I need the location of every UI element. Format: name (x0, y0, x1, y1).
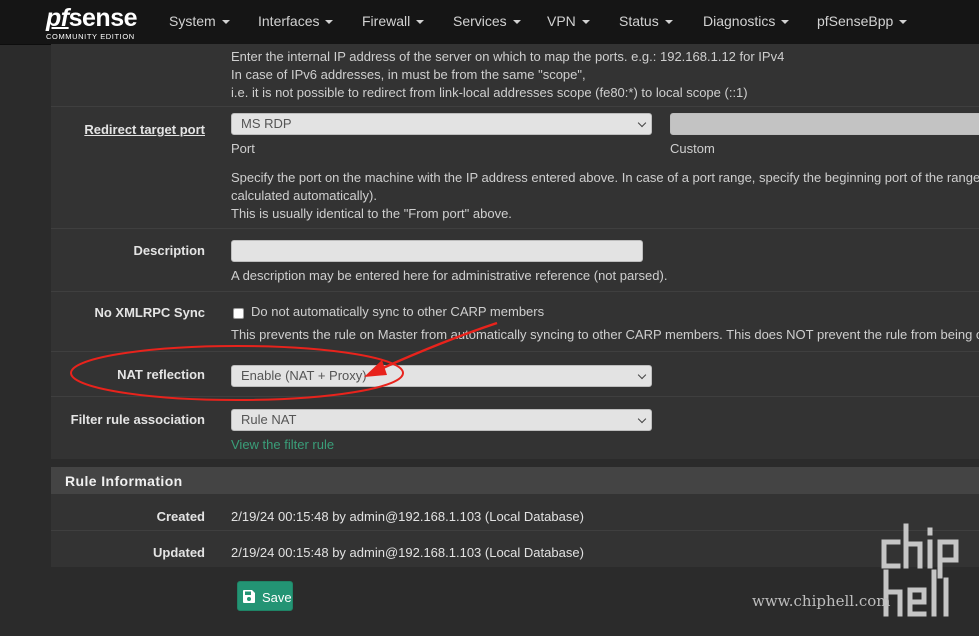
created-label: Created (156, 509, 205, 524)
caret-down-icon (664, 20, 673, 25)
redirect-target-port-row: Redirect target port MS RDP Port Custom … (51, 107, 979, 229)
filter-rule-association-row: Filter rule association Rule NAT View th… (51, 397, 979, 459)
caret-down-icon (581, 20, 590, 25)
redirect-ip-help-line1: Enter the internal IP address of the ser… (231, 49, 785, 64)
rule-information-title: Rule Information (65, 473, 183, 489)
description-input[interactable] (231, 240, 643, 262)
no-xmlrpc-sync-checkbox-label[interactable]: Do not automatically sync to other CARP … (251, 303, 544, 321)
redirect-port-help-line1: Specify the port on the machine with the… (231, 170, 979, 185)
updated-value: 2/19/24 00:15:48 by admin@192.168.1.103 … (231, 545, 584, 560)
nav-menu-pfsensebpp[interactable]: pfSenseBpp (817, 0, 908, 44)
redirect-port-custom-input[interactable] (670, 113, 979, 135)
chevron-down-icon (637, 118, 647, 128)
caret-down-icon (416, 20, 425, 25)
no-xmlrpc-sync-row: No XMLRPC Sync Do not automatically sync… (51, 292, 979, 352)
chevron-down-icon (637, 414, 647, 424)
description-row: Description A description may be entered… (51, 229, 979, 292)
caret-down-icon (781, 20, 790, 25)
no-xmlrpc-sync-label: No XMLRPC Sync (94, 305, 205, 320)
redirect-target-port-label[interactable]: Redirect target port (84, 122, 205, 137)
pfsense-logo[interactable]: pfsense COMMUNITY EDITION (46, 4, 146, 42)
chiphell-watermark-url: www.chiphell.com (752, 592, 891, 610)
redirect-port-caption: Port (231, 141, 255, 156)
nav-menu-status[interactable]: Status (619, 0, 673, 44)
rule-information-panel: Rule Information Created 2/19/24 00:15:4… (51, 467, 979, 567)
redirect-ip-help-line3: i.e. it is not possible to redirect from… (231, 85, 748, 100)
no-xmlrpc-sync-checkbox[interactable] (233, 308, 244, 319)
created-value: 2/19/24 00:15:48 by admin@192.168.1.103 … (231, 509, 584, 524)
filter-rule-association-select[interactable]: Rule NAT (231, 409, 652, 431)
no-xmlrpc-sync-help: This prevents the rule on Master from au… (231, 327, 979, 342)
nat-reflection-row: NAT reflection Enable (NAT + Proxy) (51, 352, 979, 397)
nav-menu-system[interactable]: System (169, 0, 230, 44)
redirect-port-select[interactable]: MS RDP (231, 113, 652, 135)
port-forward-form-panel: Enter the internal IP address of the ser… (51, 44, 979, 459)
filter-rule-association-value: Rule NAT (241, 412, 297, 427)
updated-row: Updated 2/19/24 00:15:48 by admin@192.16… (51, 531, 979, 567)
redirect-port-help-line3: This is usually identical to the "From p… (231, 206, 512, 221)
chiphell-watermark-logo (881, 523, 959, 617)
nav-menu-vpn[interactable]: VPN (547, 0, 590, 44)
view-filter-rule-link[interactable]: View the filter rule (231, 437, 334, 452)
nav-menu-services[interactable]: Services (453, 0, 521, 44)
description-help: A description may be entered here for ad… (231, 268, 668, 283)
nat-reflection-label: NAT reflection (117, 367, 205, 382)
filter-rule-association-label: Filter rule association (70, 412, 205, 427)
nav-menu-interfaces[interactable]: Interfaces (258, 0, 334, 44)
nav-menu-diagnostics[interactable]: Diagnostics (703, 0, 790, 44)
redirect-port-value: MS RDP (241, 116, 292, 131)
redirect-custom-caption: Custom (670, 141, 715, 156)
logo-wordmark: pfsense (46, 4, 138, 32)
redirect-ip-help-line2: In case of IPv6 addresses, in must be fr… (231, 67, 586, 82)
description-label: Description (133, 243, 205, 258)
redirect-port-help-line2: calculated automatically). (231, 188, 377, 203)
top-navbar: pfsense COMMUNITY EDITION System Interfa… (0, 0, 979, 45)
created-row: Created 2/19/24 00:15:48 by admin@192.16… (51, 495, 979, 531)
chevron-down-icon (637, 370, 647, 380)
updated-label: Updated (153, 545, 205, 560)
save-button[interactable]: Save (237, 581, 293, 611)
caret-down-icon (221, 20, 230, 25)
nav-menu-firewall[interactable]: Firewall (362, 0, 425, 44)
rule-information-header: Rule Information (51, 467, 979, 494)
caret-down-icon (512, 20, 521, 25)
caret-down-icon (899, 20, 908, 25)
floppy-disk-icon (243, 590, 255, 603)
nat-reflection-select[interactable]: Enable (NAT + Proxy) (231, 365, 652, 387)
logo-edition: COMMUNITY EDITION (46, 32, 135, 41)
caret-down-icon (325, 20, 334, 25)
redirect-target-ip-row: Enter the internal IP address of the ser… (51, 44, 979, 107)
save-button-label: Save (262, 590, 292, 605)
nat-reflection-value: Enable (NAT + Proxy) (241, 368, 367, 383)
